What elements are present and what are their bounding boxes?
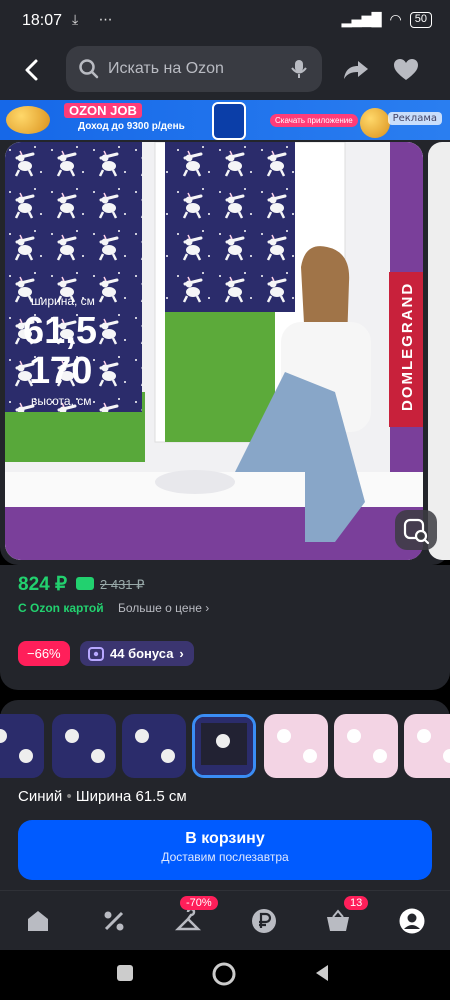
selected-variant: Синий • Ширина 61.5 см: [18, 788, 187, 805]
next-photo-peek[interactable]: [428, 142, 450, 560]
home-nav-icon[interactable]: [211, 961, 237, 987]
height-value: 170: [29, 350, 93, 392]
variant-thumbnail[interactable]: [334, 714, 398, 778]
status-right: ▂▄▆█ ◠ 50: [342, 12, 432, 28]
coin-decoration: [360, 108, 390, 138]
recents-icon[interactable]: [116, 964, 134, 982]
ruble-icon[interactable]: [250, 907, 278, 935]
width-value: 61,5: [23, 310, 97, 352]
banner-cta: Скачать приложение: [270, 114, 358, 127]
search-input[interactable]: Искать на Ozon: [66, 46, 322, 92]
discount-icon[interactable]: [100, 907, 128, 935]
chevron-right-icon: ›: [179, 646, 184, 661]
add-to-cart-button[interactable]: В корзину Доставим послезавтра: [18, 820, 432, 880]
old-price: 2 431 ₽: [100, 577, 145, 592]
phone-illustration: [212, 102, 246, 140]
width-label: ширина, см: [31, 294, 95, 308]
variant-thumbnail[interactable]: [122, 714, 186, 778]
heart-icon[interactable]: [392, 56, 420, 84]
status-time: 18:07: [22, 12, 63, 29]
search-placeholder: Искать на Ozon: [108, 60, 224, 77]
discount-badge-tab: -70%: [180, 896, 218, 910]
ozon-card-label: С Ozon картой: [18, 601, 104, 615]
product-photo[interactable]: ширина, см 61,5 170 высота, см DOMLEGRAN…: [5, 142, 423, 560]
banner-title: OZON JOB: [64, 103, 142, 118]
variant-thumbnails: [0, 712, 450, 780]
product-gallery: ширина, см 61,5 170 высота, см DOMLEGRAN…: [0, 140, 450, 565]
delivery-label: Доставим послезавтра: [161, 850, 289, 864]
add-to-cart-label: В корзину: [185, 830, 265, 847]
cart-icon[interactable]: [324, 907, 352, 935]
cart-count-badge: 13: [344, 896, 369, 910]
battery-icon: 50: [409, 12, 432, 28]
coin-decoration: [6, 106, 50, 134]
price-card: 824 ₽ 2 431 ₽ С Ozon картой Больше о цен…: [0, 565, 450, 690]
variant-thumbnail[interactable]: [0, 714, 44, 778]
camera-search-icon: [403, 518, 430, 545]
variant-thumbnail[interactable]: [404, 714, 450, 778]
profile-icon[interactable]: [398, 907, 426, 935]
bonus-badge[interactable]: 44 бонуса ›: [80, 641, 194, 666]
bonus-icon: [88, 646, 104, 661]
separator-dot: •: [66, 788, 76, 805]
ad-banner[interactable]: OZON JOB Доход до 9300 р/день Скачать пр…: [0, 100, 450, 140]
banner-subtitle: Доход до 9300 р/день: [78, 121, 185, 132]
variant-thumbnail[interactable]: [264, 714, 328, 778]
fashion-icon[interactable]: [174, 907, 202, 935]
search-icon: [79, 59, 99, 79]
brand-label: DOMLEGRAND: [399, 281, 416, 411]
system-nav-bar: [0, 950, 450, 1000]
top-bar: Искать на Ozon: [0, 44, 450, 100]
variant-color: Синий: [18, 788, 63, 805]
current-price: 824 ₽: [18, 574, 68, 595]
status-bar: 18:07 ⤓ ⋯ ▂▄▆█ ◠ 50: [0, 0, 450, 44]
back-nav-icon[interactable]: [312, 963, 332, 983]
back-arrow-icon[interactable]: [18, 56, 46, 84]
bottom-tab-bar: -70% 13: [0, 890, 450, 950]
notification-icons: ⤓ ⋯: [72, 12, 121, 28]
more-about-price-link[interactable]: Больше о цене ›: [118, 601, 209, 615]
wifi-icon: ◠: [389, 12, 402, 28]
visual-search-button[interactable]: [395, 510, 437, 550]
more-about-price-label: Больше о цене: [118, 601, 202, 615]
signal-icon: ▂▄▆█: [341, 12, 382, 28]
variant-thumbnail[interactable]: [52, 714, 116, 778]
discount-badge: −66%: [18, 641, 70, 666]
share-icon[interactable]: [342, 56, 370, 84]
variant-size: Ширина 61.5 см: [75, 788, 187, 805]
microphone-icon[interactable]: [290, 58, 308, 80]
variant-thumbnail-selected[interactable]: [192, 714, 256, 778]
chevron-right-icon: ›: [205, 601, 210, 615]
home-icon[interactable]: [24, 907, 52, 935]
bonus-label: 44 бонуса: [110, 646, 174, 661]
height-label: высота, см: [31, 394, 92, 408]
ozon-card-icon: [76, 577, 94, 590]
ad-label: Реклама: [387, 112, 442, 125]
